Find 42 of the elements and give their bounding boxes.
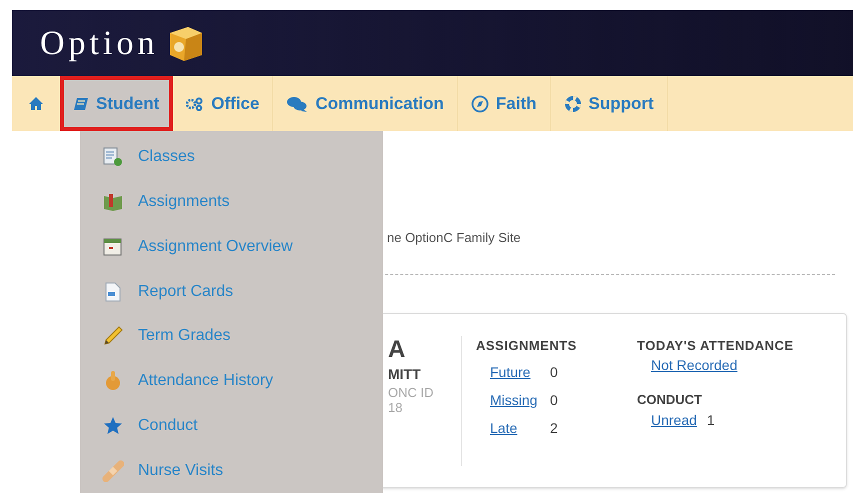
assignment-link[interactable]: Future <box>490 362 550 383</box>
compass-icon <box>470 94 489 112</box>
student-name: A <box>388 336 406 364</box>
menu-item[interactable]: Conduct <box>102 404 383 448</box>
menu-item[interactable]: Nurse Visits <box>102 448 383 493</box>
menu-item[interactable]: Term Grades <box>102 314 383 359</box>
conduct-count: 1 <box>706 410 715 430</box>
menu-item[interactable]: Assignment Overview <box>102 224 383 270</box>
star-icon <box>103 416 123 436</box>
calendar-icon <box>103 236 123 257</box>
attendance-heading: TODAY'S ATTENDANCE <box>637 336 794 354</box>
nav-tab[interactable]: Faith <box>458 76 551 131</box>
document-icon <box>103 282 123 302</box>
conduct-link[interactable]: Unread <box>651 410 697 430</box>
id-value: 18 <box>388 400 404 414</box>
welcome-text: ne OptionC Family Site <box>387 229 522 247</box>
lifebuoy-icon <box>564 94 582 112</box>
student-surname: MITT <box>388 364 422 384</box>
menu-item[interactable]: Classes <box>102 135 383 180</box>
gears-icon <box>186 96 204 110</box>
menu-item[interactable]: Attendance History <box>102 358 383 404</box>
home-icon[interactable] <box>28 96 44 111</box>
book-icon <box>103 192 123 212</box>
logo-text: Option <box>40 24 158 64</box>
list-icon <box>103 147 123 168</box>
menu-item[interactable]: Report Cards <box>102 269 383 314</box>
assignment-count: 0 <box>550 363 558 382</box>
assignments-heading: ASSIGNMENTS <box>476 336 578 354</box>
book-icon <box>73 96 89 110</box>
nav-tab[interactable]: Support <box>550 76 668 131</box>
assignment-link[interactable]: Late <box>490 418 550 439</box>
assignment-count: 0 <box>550 391 558 410</box>
assignment-count: 2 <box>550 419 558 438</box>
nav-tab[interactable]: Student <box>60 76 174 131</box>
conduct-heading: CONDUCT <box>637 391 703 409</box>
hand-icon <box>104 370 122 392</box>
menu-item[interactable]: Assignments <box>102 180 383 224</box>
pencil-icon <box>102 325 124 348</box>
chat-icon <box>286 96 308 112</box>
assignment-link[interactable]: Missing <box>490 390 550 411</box>
attendance-link[interactable]: Not Recorded <box>637 355 794 376</box>
id-label: ONC ID <box>388 384 434 400</box>
